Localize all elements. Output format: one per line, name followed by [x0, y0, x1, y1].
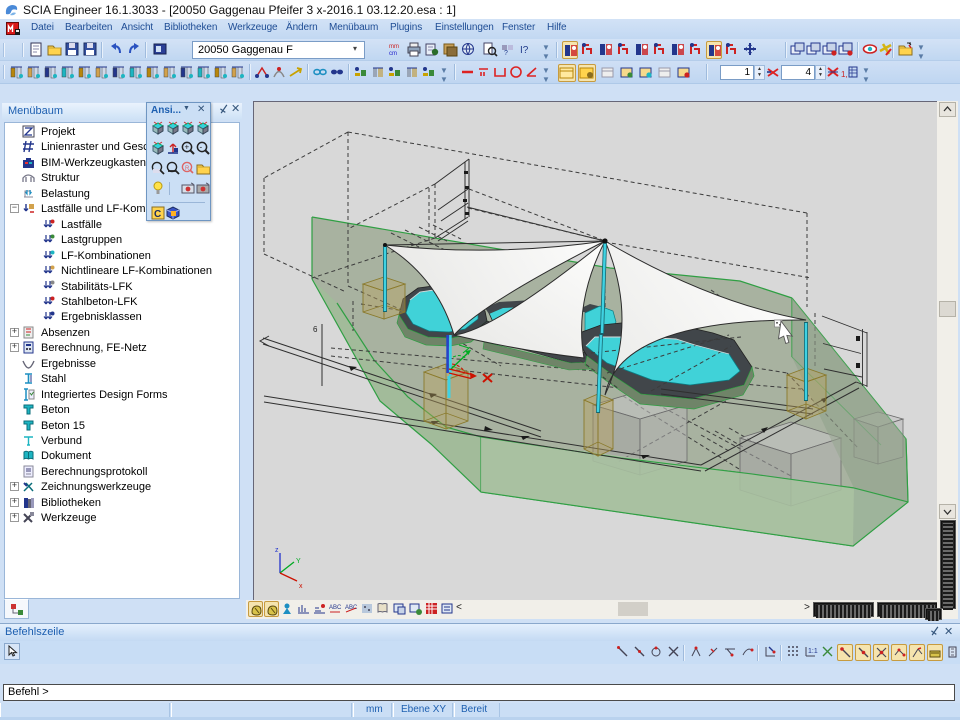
svg-text:I?: I? — [520, 45, 529, 56]
svg-text:1,: 1, — [841, 70, 848, 79]
svg-text:-: - — [200, 143, 203, 152]
svg-text:6: 6 — [313, 325, 318, 334]
svg-text:?: ? — [504, 50, 508, 57]
svg-text:x: x — [299, 583, 303, 590]
svg-text:mm: mm — [389, 44, 399, 50]
svg-text:z: z — [275, 547, 279, 554]
svg-text:ABC: ABC — [329, 605, 342, 611]
svg-text:C: C — [154, 209, 161, 220]
svg-text:Y: Y — [296, 558, 301, 565]
svg-text:R: R — [185, 166, 190, 172]
svg-text:cm: cm — [389, 51, 397, 57]
svg-text:1:1: 1:1 — [808, 648, 818, 655]
svg-text:+: + — [185, 143, 190, 152]
